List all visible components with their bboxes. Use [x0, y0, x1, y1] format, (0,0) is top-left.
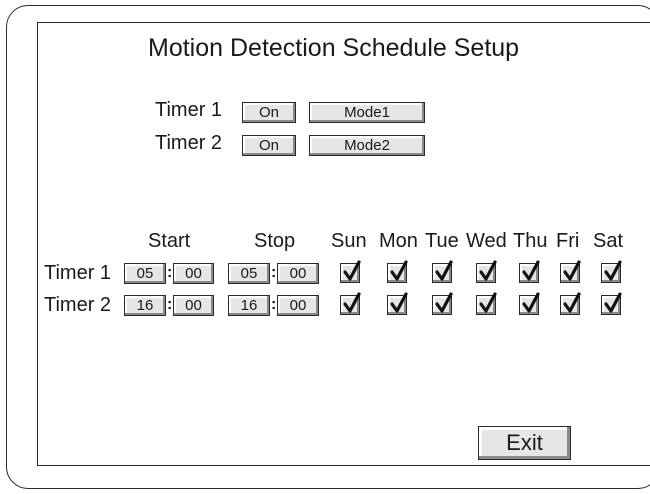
timer-2-tue-checkbox[interactable]: [432, 292, 453, 315]
timer-2-sun-checkbox[interactable]: [340, 292, 361, 315]
stop-header: Stop: [254, 230, 296, 252]
timer-1-wed-checkbox[interactable]: [476, 260, 497, 283]
exit-button[interactable]: Exit: [478, 426, 571, 460]
time-separator: :: [167, 264, 173, 281]
timer-1-start-minute-field[interactable]: 00: [173, 263, 214, 284]
page-title: Motion Detection Schedule Setup: [148, 34, 520, 62]
timer-2-start-hour-field[interactable]: 16: [124, 295, 166, 316]
timer-1-stop-hour-field[interactable]: 05: [228, 263, 270, 284]
timer-1-mode-button[interactable]: Mode1: [309, 102, 425, 123]
schedule-timer-1-label: Timer 1: [44, 262, 112, 284]
day-header-sun: Sun: [331, 230, 367, 252]
timer-1-label: Timer 1: [155, 99, 223, 121]
timer-1-start-hour-field[interactable]: 05: [124, 263, 166, 284]
timer-2-thu-checkbox[interactable]: [519, 292, 540, 315]
timer-1-stop-minute-field[interactable]: 00: [277, 263, 319, 284]
timer-1-sat-checkbox[interactable]: [601, 260, 622, 283]
timer-1-sun-checkbox[interactable]: [340, 260, 361, 283]
timer-1-state-button[interactable]: On: [242, 102, 296, 123]
day-header-wed: Wed: [466, 230, 507, 252]
timer-2-label: Timer 2: [155, 132, 223, 154]
timer-2-sat-checkbox[interactable]: [601, 292, 622, 315]
timer-2-state-button[interactable]: On: [242, 135, 296, 156]
time-separator: :: [167, 296, 173, 313]
timer-2-wed-checkbox[interactable]: [476, 292, 497, 315]
timer-2-fri-checkbox[interactable]: [560, 292, 581, 315]
timer-1-mon-checkbox[interactable]: [387, 260, 408, 283]
time-separator: :: [271, 296, 277, 313]
timer-2-start-minute-field[interactable]: 00: [173, 295, 214, 316]
schedule-timer-2-label: Timer 2: [44, 294, 112, 316]
timer-2-mode-button[interactable]: Mode2: [309, 135, 425, 156]
timer-2-stop-hour-field[interactable]: 16: [228, 295, 270, 316]
day-header-thu: Thu: [513, 230, 548, 252]
timer-1-tue-checkbox[interactable]: [432, 260, 453, 283]
day-header-sat: Sat: [593, 230, 624, 252]
day-header-tue: Tue: [425, 230, 459, 252]
time-separator: :: [271, 264, 277, 281]
timer-2-stop-minute-field[interactable]: 00: [277, 295, 319, 316]
timer-1-fri-checkbox[interactable]: [560, 260, 581, 283]
start-header: Start: [148, 230, 191, 252]
timer-2-mon-checkbox[interactable]: [387, 292, 408, 315]
day-header-mon: Mon: [379, 230, 418, 252]
timer-1-thu-checkbox[interactable]: [519, 260, 540, 283]
day-header-fri: Fri: [556, 230, 580, 252]
